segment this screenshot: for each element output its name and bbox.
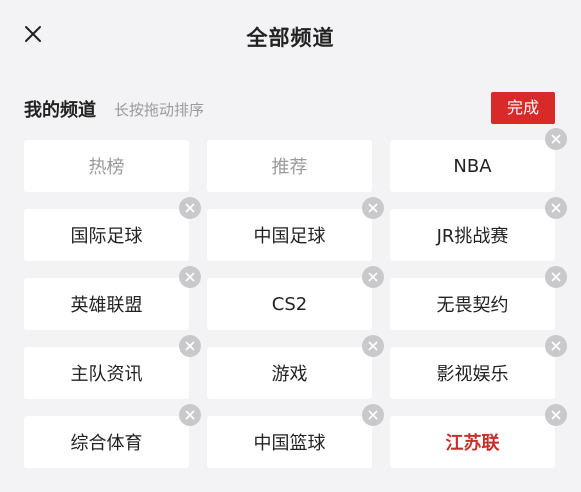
remove-channel-button[interactable]	[362, 197, 384, 219]
channel-tile[interactable]: 热榜	[24, 140, 189, 192]
page-title: 全部频道	[246, 26, 335, 50]
channel-tile[interactable]: 中国足球	[207, 197, 384, 261]
remove-channel-button[interactable]	[545, 335, 567, 357]
channel-label: 热榜	[88, 157, 125, 178]
channel-label: 中国足球	[253, 226, 326, 247]
close-icon	[368, 272, 378, 282]
channel-label: 英雄联盟	[70, 295, 143, 316]
close-icon	[368, 410, 378, 420]
channel-tile[interactable]: 国际足球	[24, 197, 201, 261]
channel-tile[interactable]: JR挑战赛	[390, 197, 567, 261]
channel-label: 推荐	[271, 157, 308, 178]
channel-label: 江苏联	[445, 433, 500, 454]
close-icon	[185, 203, 195, 213]
channel-tile[interactable]: NBA	[390, 128, 567, 192]
channel-tile[interactable]: 主队资讯	[24, 335, 201, 399]
done-button[interactable]: 完成	[491, 92, 555, 124]
section-hint: 长按拖动排序	[114, 101, 205, 119]
channel-tile[interactable]: 无畏契约	[390, 266, 567, 330]
my-channels-header: 我的频道 长按拖动排序 完成	[24, 92, 555, 126]
channel-tile[interactable]: 推荐	[207, 140, 372, 192]
channel-label: 中国篮球	[253, 433, 326, 454]
remove-channel-button[interactable]	[545, 404, 567, 426]
close-icon	[551, 341, 561, 351]
close-icon	[185, 272, 195, 282]
close-icon	[551, 410, 561, 420]
close-icon	[551, 134, 561, 144]
channel-tile[interactable]: 江苏联	[390, 404, 567, 468]
remove-channel-button[interactable]	[179, 335, 201, 357]
header: 全部频道	[0, 0, 581, 72]
channel-tile[interactable]: 游戏	[207, 335, 384, 399]
remove-channel-button[interactable]	[545, 197, 567, 219]
channel-tile[interactable]: 综合体育	[24, 404, 201, 468]
channel-tile[interactable]: 影视娱乐	[390, 335, 567, 399]
channel-label: 无畏契约	[436, 295, 509, 316]
channel-label: CS2	[271, 293, 308, 315]
section-title: 我的频道	[24, 100, 96, 121]
channel-label: NBA	[453, 155, 492, 177]
remove-channel-button[interactable]	[179, 404, 201, 426]
remove-channel-button[interactable]	[362, 266, 384, 288]
channel-editor-page: 全部频道 我的频道 长按拖动排序 完成 热榜 推荐 NBA 国际足球 中国足球 JR挑战赛…	[0, 0, 581, 492]
remove-channel-button[interactable]	[362, 335, 384, 357]
channel-label: 国际足球	[70, 226, 143, 247]
close-icon	[551, 203, 561, 213]
remove-channel-button[interactable]	[179, 197, 201, 219]
channel-tile[interactable]: 中国篮球	[207, 404, 384, 468]
channel-label: JR挑战赛	[436, 226, 509, 247]
channel-label: 游戏	[271, 364, 308, 385]
close-icon	[185, 341, 195, 351]
remove-channel-button[interactable]	[179, 266, 201, 288]
close-icon	[368, 341, 378, 351]
channel-label: 主队资讯	[70, 364, 143, 385]
close-icon	[185, 410, 195, 420]
remove-channel-button[interactable]	[545, 128, 567, 150]
channel-grid: 热榜 推荐 NBA 国际足球 中国足球 JR挑战赛英雄联盟 CS2 无畏契约主队资讯 游戏 影视娱…	[24, 128, 567, 468]
channel-tile[interactable]: CS2	[207, 266, 384, 330]
remove-channel-button[interactable]	[362, 404, 384, 426]
channel-tile[interactable]: 英雄联盟	[24, 266, 201, 330]
remove-channel-button[interactable]	[545, 266, 567, 288]
channel-label: 影视娱乐	[436, 364, 509, 385]
close-icon	[368, 203, 378, 213]
channel-label: 综合体育	[70, 433, 143, 454]
close-icon	[551, 272, 561, 282]
